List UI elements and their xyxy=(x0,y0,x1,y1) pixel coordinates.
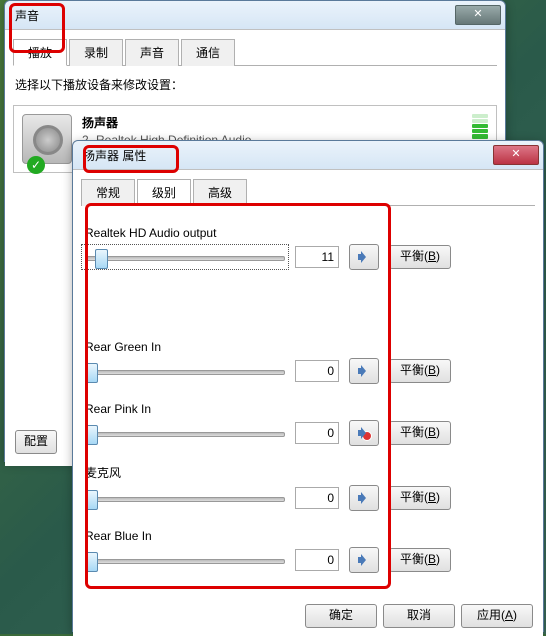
cancel-button[interactable]: 取消 xyxy=(383,604,455,628)
balance-button[interactable]: 平衡(B) xyxy=(389,421,451,445)
balance-button[interactable]: 平衡(B) xyxy=(389,486,451,510)
volume-slider[interactable] xyxy=(85,362,285,380)
channel-group: Rear Green In 0 平衡(B) xyxy=(85,340,531,384)
balance-button[interactable]: 平衡(B) xyxy=(389,245,451,269)
channel-label: Rear Green In xyxy=(85,340,531,354)
channel-label: Rear Blue In xyxy=(85,529,531,543)
mute-button[interactable] xyxy=(349,244,379,270)
speaker-icon xyxy=(358,427,370,439)
volume-value[interactable]: 11 xyxy=(295,246,339,268)
close-icon[interactable]: ✕ xyxy=(455,5,501,25)
levels-panel: Realtek HD Audio output11平衡(B)Rear Green… xyxy=(81,216,535,601)
ok-button[interactable]: 确定 xyxy=(305,604,377,628)
tab-playback[interactable]: 播放 xyxy=(13,39,67,66)
props-window-title: 扬声器 属性 xyxy=(77,147,493,164)
sound-tabs: 播放 录制 声音 通信 xyxy=(13,38,497,66)
volume-value[interactable]: 0 xyxy=(295,360,339,382)
sound-titlebar[interactable]: 声音 ✕ xyxy=(5,1,505,30)
channel-group: Rear Pink In 0 平衡(B) xyxy=(85,402,531,446)
speaker-icon xyxy=(22,114,72,164)
tab-advanced[interactable]: 高级 xyxy=(193,179,247,206)
balance-button[interactable]: 平衡(B) xyxy=(389,359,451,383)
speaker-icon xyxy=(358,251,370,263)
speaker-icon xyxy=(358,492,370,504)
speaker-icon xyxy=(358,554,370,566)
mute-button[interactable] xyxy=(349,547,379,573)
tab-sounds[interactable]: 声音 xyxy=(125,39,179,66)
balance-button[interactable]: 平衡(B) xyxy=(389,548,451,572)
channel-group: Rear Blue In 0 平衡(B) xyxy=(85,529,531,573)
mute-button[interactable] xyxy=(349,485,379,511)
tab-levels[interactable]: 级别 xyxy=(137,179,191,206)
volume-slider[interactable] xyxy=(85,248,285,266)
speaker-properties-window: 扬声器 属性 ✕ 常规 级别 高级 Realtek HD Audio outpu… xyxy=(72,140,544,632)
device-name: 扬声器 xyxy=(82,114,462,131)
channel-label: 麦克风 xyxy=(85,464,531,481)
tab-comm[interactable]: 通信 xyxy=(181,39,235,66)
mute-button[interactable] xyxy=(349,420,379,446)
speaker-icon xyxy=(358,365,370,377)
channel-label: Rear Pink In xyxy=(85,402,531,416)
tab-general[interactable]: 常规 xyxy=(81,179,135,206)
props-titlebar[interactable]: 扬声器 属性 ✕ xyxy=(73,141,543,170)
channel-label: Realtek HD Audio output xyxy=(85,226,531,240)
checkmark-icon: ✓ xyxy=(27,156,45,174)
tab-recording[interactable]: 录制 xyxy=(69,39,123,66)
volume-value[interactable]: 0 xyxy=(295,487,339,509)
volume-value[interactable]: 0 xyxy=(295,549,339,571)
volume-slider[interactable] xyxy=(85,424,285,442)
close-icon[interactable]: ✕ xyxy=(493,145,539,165)
volume-slider[interactable] xyxy=(85,551,285,569)
dialog-buttons: 确定 取消 应用(A) xyxy=(305,604,533,628)
playback-hint: 选择以下播放设备来修改设置： xyxy=(15,76,497,93)
configure-button[interactable]: 配置 xyxy=(15,430,57,454)
volume-value[interactable]: 0 xyxy=(295,422,339,444)
volume-slider[interactable] xyxy=(85,489,285,507)
channel-group: Realtek HD Audio output 11 平衡(B) xyxy=(85,226,531,270)
sound-window-title: 声音 xyxy=(9,7,455,24)
channel-group: 麦克风 0 平衡(B) xyxy=(85,464,531,511)
apply-button[interactable]: 应用(A) xyxy=(461,604,533,628)
props-tabs: 常规 级别 高级 xyxy=(81,178,535,206)
mute-button[interactable] xyxy=(349,358,379,384)
